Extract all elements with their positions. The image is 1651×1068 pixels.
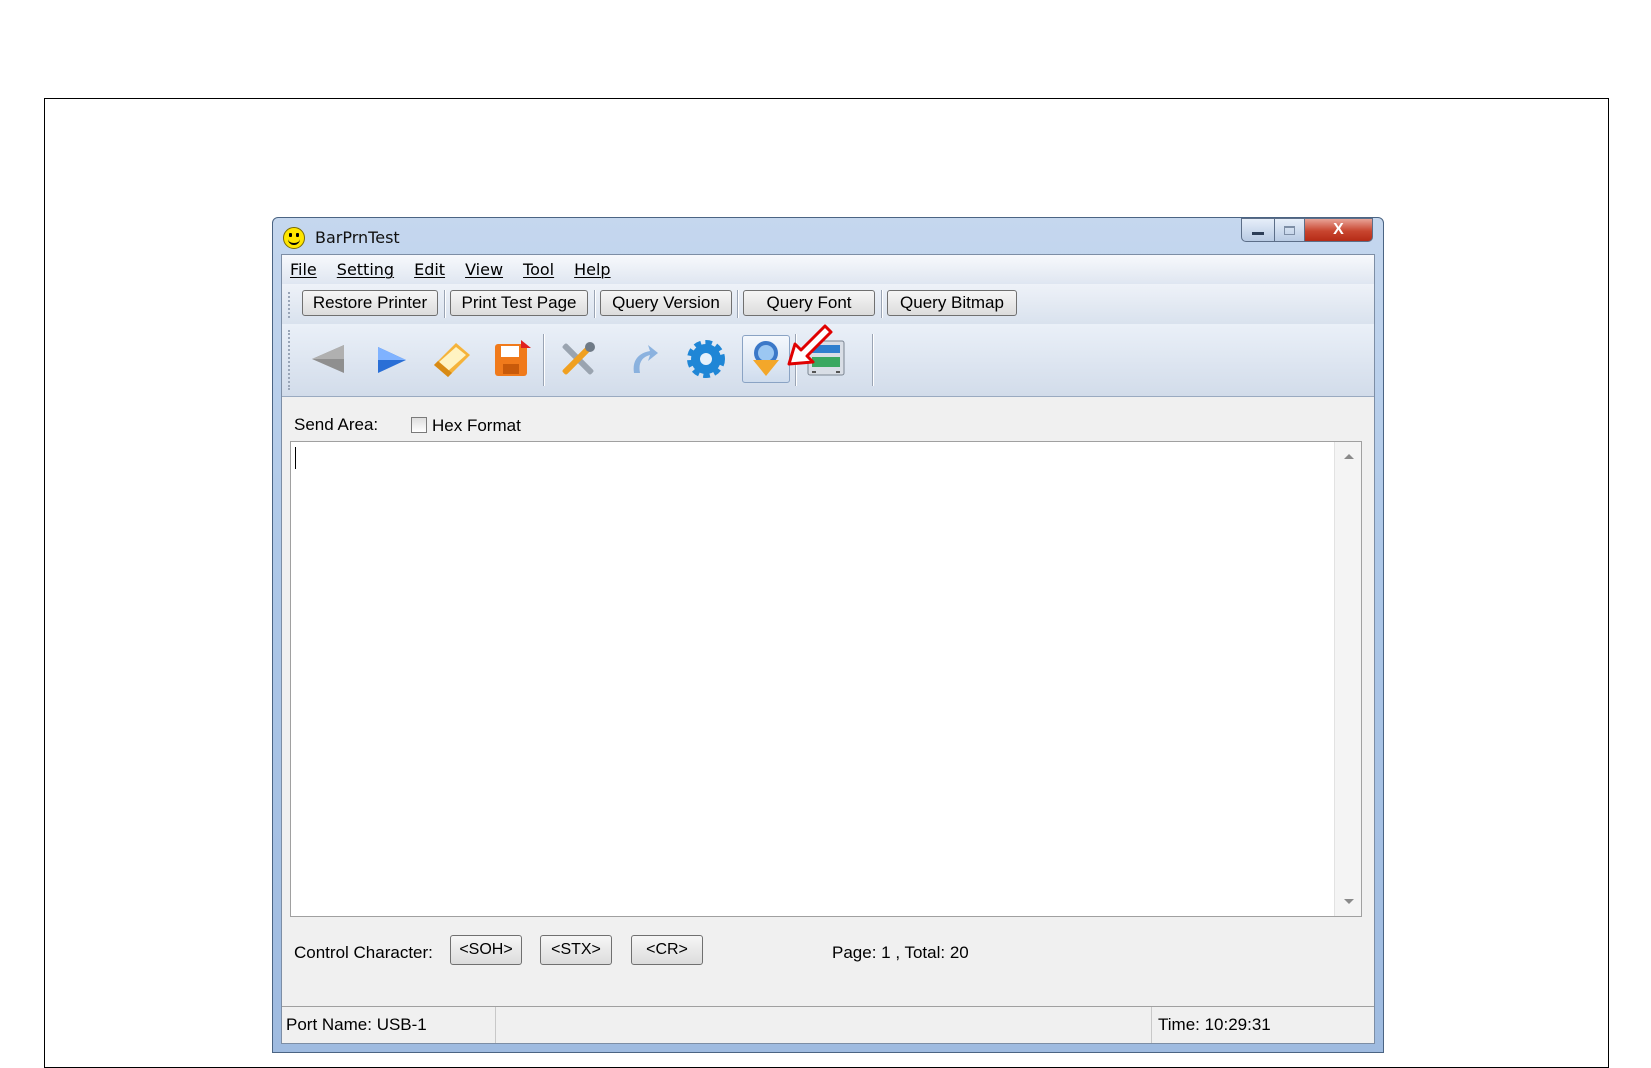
save-icon[interactable] bbox=[488, 335, 536, 383]
page-info: Page: 1 , Total: 20 bbox=[832, 943, 969, 962]
close-button[interactable]: X bbox=[1305, 218, 1373, 242]
toolbar-separator bbox=[444, 290, 446, 318]
annotation-arrow bbox=[787, 324, 833, 366]
menu-help[interactable]: Help bbox=[574, 260, 610, 279]
smiley-app-icon bbox=[283, 227, 305, 249]
toolbar-separator bbox=[881, 290, 883, 318]
app-window: BarPrnTest X File Setting Edit View Tool… bbox=[272, 217, 1384, 1053]
send-area-label: Send Area: bbox=[294, 415, 379, 434]
title-bar[interactable]: BarPrnTest X bbox=[273, 218, 1383, 254]
client-area: File Setting Edit View Tool Help Restore… bbox=[281, 254, 1375, 1044]
toolbar-separator bbox=[594, 290, 596, 318]
vertical-scrollbar[interactable] bbox=[1334, 442, 1361, 916]
status-bar: Port Name: USB-1 Time: 10:29:31 bbox=[282, 1006, 1374, 1043]
status-port-name: Port Name: USB-1 bbox=[284, 1007, 496, 1043]
close-icon: X bbox=[1333, 221, 1344, 238]
toolbar-separator bbox=[543, 334, 545, 386]
toolbar-separator bbox=[737, 290, 739, 318]
toolbar-separator bbox=[872, 334, 874, 386]
menu-bar: File Setting Edit View Tool Help bbox=[282, 255, 1374, 285]
send-area-textarea[interactable] bbox=[290, 441, 1362, 917]
menu-file[interactable]: File bbox=[290, 260, 317, 279]
soh-button[interactable]: <SOH> bbox=[450, 935, 522, 965]
menu-view[interactable]: View bbox=[465, 260, 503, 279]
tools-icon[interactable] bbox=[554, 335, 602, 383]
query-version-button[interactable]: Query Version bbox=[600, 290, 732, 316]
menu-edit[interactable]: Edit bbox=[414, 260, 445, 279]
cr-button[interactable]: <CR> bbox=[631, 935, 703, 965]
minimize-button[interactable] bbox=[1241, 218, 1275, 242]
restore-printer-button[interactable]: Restore Printer bbox=[302, 290, 438, 316]
maximize-icon bbox=[1284, 225, 1295, 235]
status-time: Time: 10:29:31 bbox=[1158, 1015, 1271, 1034]
maximize-button[interactable] bbox=[1275, 218, 1305, 242]
window-controls: X bbox=[1241, 218, 1373, 242]
toolbar-grip[interactable] bbox=[288, 292, 294, 318]
gear-icon[interactable] bbox=[682, 335, 730, 383]
arrow-left-icon[interactable] bbox=[304, 335, 352, 383]
redo-arrow-icon[interactable] bbox=[618, 335, 666, 383]
stx-button[interactable]: <STX> bbox=[540, 935, 612, 965]
scroll-down-icon[interactable] bbox=[1344, 899, 1354, 904]
text-caret bbox=[295, 447, 296, 469]
minimize-icon bbox=[1252, 231, 1264, 235]
menu-tool[interactable]: Tool bbox=[523, 260, 554, 279]
open-folder-icon[interactable] bbox=[428, 335, 476, 383]
status-middle bbox=[496, 1007, 1152, 1043]
download-font-icon[interactable] bbox=[742, 335, 790, 383]
menu-setting[interactable]: Setting bbox=[337, 260, 394, 279]
icon-toolbar bbox=[282, 324, 1374, 397]
toolbar-grip[interactable] bbox=[288, 330, 294, 390]
query-bitmap-button[interactable]: Query Bitmap bbox=[887, 290, 1017, 316]
window-title: BarPrnTest bbox=[315, 228, 400, 247]
query-font-button[interactable]: Query Font bbox=[743, 290, 875, 316]
arrow-right-icon[interactable] bbox=[368, 335, 416, 383]
print-test-page-button[interactable]: Print Test Page bbox=[450, 290, 588, 316]
hex-format-checkbox[interactable] bbox=[411, 417, 427, 433]
control-character-label: Control Character: bbox=[294, 943, 433, 962]
scroll-up-icon[interactable] bbox=[1344, 454, 1354, 459]
hex-format-label[interactable]: Hex Format bbox=[432, 416, 521, 436]
